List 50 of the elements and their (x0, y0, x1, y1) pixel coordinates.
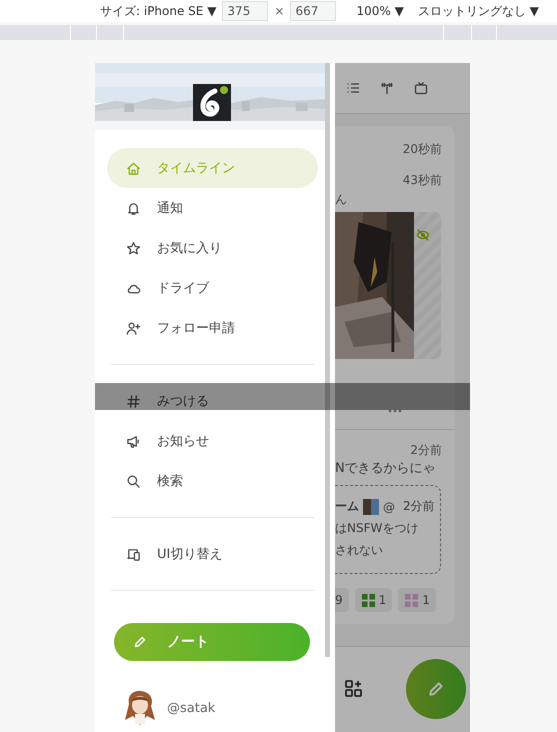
star-icon (126, 240, 141, 256)
menu-item[interactable]: ドライブ (107, 268, 318, 308)
note-time: 43秒前 (402, 172, 442, 189)
list-icon[interactable] (346, 81, 360, 95)
antenna-icon[interactable] (380, 81, 394, 95)
scrollbar[interactable] (325, 63, 330, 657)
emoji-icon (363, 498, 379, 514)
pencil-icon (133, 635, 147, 649)
megaphone-icon (126, 434, 141, 448)
quote-text: はNSFWをつけ (335, 520, 420, 537)
throttling-dropdown[interactable]: スロットリングなし ▼ (418, 2, 539, 20)
menu-item[interactable]: UI切り替え (107, 534, 318, 574)
zoom-dropdown[interactable]: 100% ▼ (356, 4, 404, 18)
times-sign: × (274, 4, 284, 18)
search-icon (126, 474, 141, 488)
emoji-icon (404, 592, 420, 608)
user-plus-icon (126, 320, 141, 336)
devices-icon (126, 546, 141, 562)
reaction-button[interactable]: 9 (335, 588, 349, 612)
menu-item[interactable]: 通知 (107, 188, 318, 228)
eye-slash-icon[interactable] (416, 228, 430, 242)
menu-item[interactable]: みつける (107, 381, 318, 421)
widgets-icon[interactable] (345, 680, 363, 698)
account-item[interactable]: @satak (123, 693, 318, 723)
note-text: Nできるからにゃ (335, 460, 437, 477)
reaction-button[interactable]: 1 (398, 588, 436, 612)
more-icon[interactable] (388, 409, 402, 413)
note-time: 2分前 (410, 442, 442, 459)
hash-icon (126, 394, 141, 408)
logo-icon[interactable] (193, 84, 231, 121)
user-name: ーム (335, 498, 359, 515)
avatar (123, 690, 157, 726)
note-time: 2分前 (403, 498, 435, 515)
width-field[interactable]: 375 (222, 1, 268, 21)
emoji-icon (360, 592, 376, 608)
reaction-button[interactable]: 1 (354, 588, 392, 612)
user-handle: @ (383, 500, 395, 514)
menu-item[interactable]: お知らせ (107, 421, 318, 461)
height-field[interactable]: 667 (290, 1, 336, 21)
menu-item[interactable]: 検索 (107, 461, 318, 501)
home-icon (126, 160, 141, 176)
note-time: 20秒前 (402, 141, 442, 158)
menu-item[interactable]: フォロー申請 (107, 308, 318, 348)
note-text: ん (335, 191, 348, 208)
quote-text: されない (335, 542, 384, 559)
pencil-icon (427, 680, 445, 698)
tv-icon[interactable] (414, 81, 428, 95)
bell-icon (126, 200, 141, 216)
menu-item[interactable]: お気に入り (107, 228, 318, 268)
device-dropdown[interactable]: サイズ: iPhone SE ▼ (100, 2, 216, 20)
